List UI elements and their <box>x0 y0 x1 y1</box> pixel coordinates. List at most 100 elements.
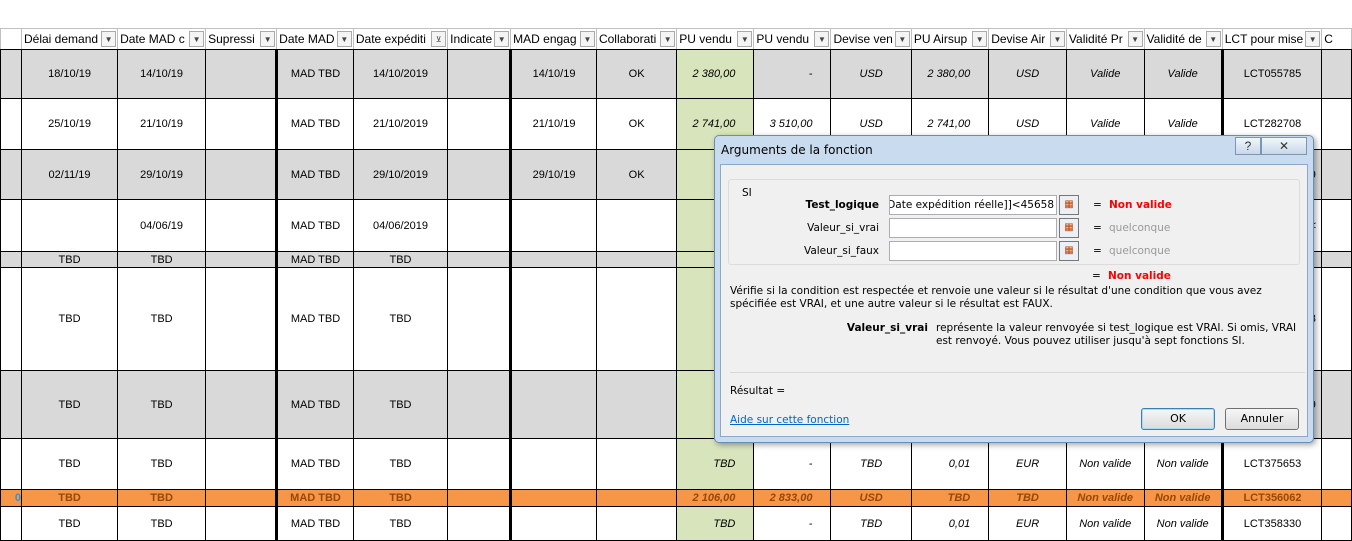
dropdown-arrow-icon[interactable]: ▼ <box>336 31 352 47</box>
table-cell[interactable]: TBD <box>676 506 755 541</box>
table-cell[interactable]: - <box>753 49 832 99</box>
table-cell[interactable] <box>205 506 278 541</box>
dropdown-arrow-icon[interactable]: ▼ <box>579 31 595 47</box>
table-cell[interactable]: TBD <box>20 438 119 490</box>
table-cell[interactable]: 2 380,00 <box>676 49 755 99</box>
table-cell[interactable]: 14/10/2019 <box>352 49 449 99</box>
dropdown-arrow-icon[interactable]: ▼ <box>260 31 276 47</box>
column-header[interactable]: Devise ven ▼ <box>830 28 912 50</box>
dropdown-arrow-icon[interactable]: ▼ <box>660 31 676 47</box>
table-cell[interactable]: 0,01 <box>910 438 990 490</box>
table-cell[interactable] <box>447 251 512 268</box>
table-cell[interactable]: - <box>753 438 832 490</box>
column-header[interactable]: PU Airsup ▼ <box>910 28 990 50</box>
table-cell[interactable]: TBD <box>910 489 990 507</box>
table-cell[interactable]: TBD <box>352 251 449 268</box>
table-cell[interactable]: TBD <box>117 267 207 371</box>
table-cell[interactable]: TBD <box>117 251 207 268</box>
table-cell[interactable]: TBD <box>20 370 119 439</box>
table-cell[interactable]: 29/10/19 <box>509 149 597 200</box>
range-select-icon[interactable]: ▦ <box>1059 241 1079 261</box>
range-select-icon[interactable]: ▦ <box>1059 195 1079 215</box>
table-cell[interactable]: EUR <box>988 506 1067 541</box>
column-header[interactable]: Date expéditi ⊻ <box>352 28 449 50</box>
table-cell[interactable] <box>447 149 512 200</box>
table-cell[interactable] <box>447 438 512 490</box>
cancel-button[interactable]: Annuler <box>1225 408 1299 430</box>
dropdown-arrow-icon[interactable]: ▼ <box>494 31 510 47</box>
dropdown-arrow-icon[interactable]: ▼ <box>189 31 205 47</box>
table-cell[interactable] <box>509 438 597 490</box>
table-cell[interactable]: TBD <box>830 438 912 490</box>
table-cell[interactable]: 29/10/2019 <box>352 149 449 200</box>
table-cell[interactable] <box>447 98 512 150</box>
table-cell[interactable]: Non valide <box>1065 438 1145 490</box>
table-cell[interactable]: MAD TBD <box>275 489 354 507</box>
table-cell[interactable] <box>447 267 512 371</box>
table-cell[interactable]: TBD <box>20 267 119 371</box>
table-cell[interactable] <box>509 267 597 371</box>
table-cell[interactable]: 2 380,00 <box>910 49 990 99</box>
table-cell[interactable] <box>205 149 278 200</box>
table-cell[interactable] <box>205 370 278 439</box>
table-cell[interactable] <box>205 489 278 507</box>
column-header[interactable]: Validité Pr ▼ <box>1065 28 1145 50</box>
table-cell[interactable]: 0 <box>0 489 22 507</box>
table-cell[interactable]: 25/10/19 <box>20 98 119 150</box>
table-cell[interactable]: OK <box>595 49 678 99</box>
table-cell[interactable]: 21/10/19 <box>117 98 207 150</box>
table-cell[interactable] <box>0 199 22 252</box>
table-cell[interactable] <box>1321 199 1352 252</box>
table-cell[interactable]: TBD <box>352 489 449 507</box>
dropdown-arrow-icon[interactable]: ▼ <box>814 31 830 47</box>
dropdown-arrow-icon[interactable]: ▼ <box>972 31 988 47</box>
table-cell[interactable] <box>1321 267 1352 371</box>
table-cell[interactable] <box>0 267 22 371</box>
table-cell[interactable]: USD <box>988 49 1067 99</box>
valeur-si-vrai-input[interactable] <box>889 218 1057 238</box>
valeur-si-faux-input[interactable] <box>889 241 1057 261</box>
table-cell[interactable] <box>509 251 597 268</box>
table-cell[interactable]: 21/10/2019 <box>352 98 449 150</box>
table-cell[interactable]: TBD <box>830 506 912 541</box>
dropdown-arrow-icon[interactable]: ▼ <box>101 31 117 47</box>
table-cell[interactable] <box>0 506 22 541</box>
table-cell[interactable] <box>20 199 119 252</box>
table-cell[interactable] <box>205 438 278 490</box>
table-cell[interactable] <box>595 267 678 371</box>
column-header[interactable]: Date MAD c ▼ <box>117 28 207 50</box>
table-cell[interactable] <box>447 199 512 252</box>
table-cell[interactable] <box>0 438 22 490</box>
column-header[interactable]: PU vendu ▼ <box>753 28 832 50</box>
test-logique-input[interactable]: Date expédition réelle]]<45658);" <box>889 195 1057 215</box>
table-cell[interactable]: LCT358330 <box>1220 506 1323 541</box>
column-header[interactable]: PU vendu ▼ <box>676 28 755 50</box>
table-cell[interactable]: TBD <box>20 506 119 541</box>
table-cell[interactable]: LCT375653 <box>1220 438 1323 490</box>
table-cell[interactable] <box>205 49 278 99</box>
table-cell[interactable]: 04/06/19 <box>117 199 207 252</box>
table-cell[interactable]: TBD <box>117 506 207 541</box>
table-cell[interactable]: 14/10/19 <box>509 49 597 99</box>
table-cell[interactable] <box>595 489 678 507</box>
table-cell[interactable]: Non valide <box>1065 489 1145 507</box>
table-cell[interactable]: 21/10/19 <box>509 98 597 150</box>
close-icon[interactable]: ✕ <box>1261 137 1307 155</box>
table-cell[interactable] <box>509 199 597 252</box>
table-cell[interactable]: USD <box>830 49 912 99</box>
table-cell[interactable] <box>0 98 22 150</box>
table-cell[interactable]: MAD TBD <box>275 267 354 371</box>
help-link[interactable]: Aide sur cette fonction <box>730 414 849 426</box>
table-cell[interactable] <box>205 267 278 371</box>
table-cell[interactable] <box>447 506 512 541</box>
table-cell[interactable] <box>595 438 678 490</box>
table-cell[interactable]: Non valide <box>1143 506 1223 541</box>
column-header[interactable]: Indicate ▼ <box>447 28 512 50</box>
table-cell[interactable]: - <box>753 506 832 541</box>
table-cell[interactable]: 18/10/19 <box>20 49 119 99</box>
ok-button[interactable]: OK <box>1141 408 1215 430</box>
range-select-icon[interactable]: ▦ <box>1059 218 1079 238</box>
dropdown-arrow-icon[interactable]: ▼ <box>1049 31 1065 47</box>
table-cell[interactable]: MAD TBD <box>275 251 354 268</box>
column-header[interactable] <box>0 28 22 50</box>
